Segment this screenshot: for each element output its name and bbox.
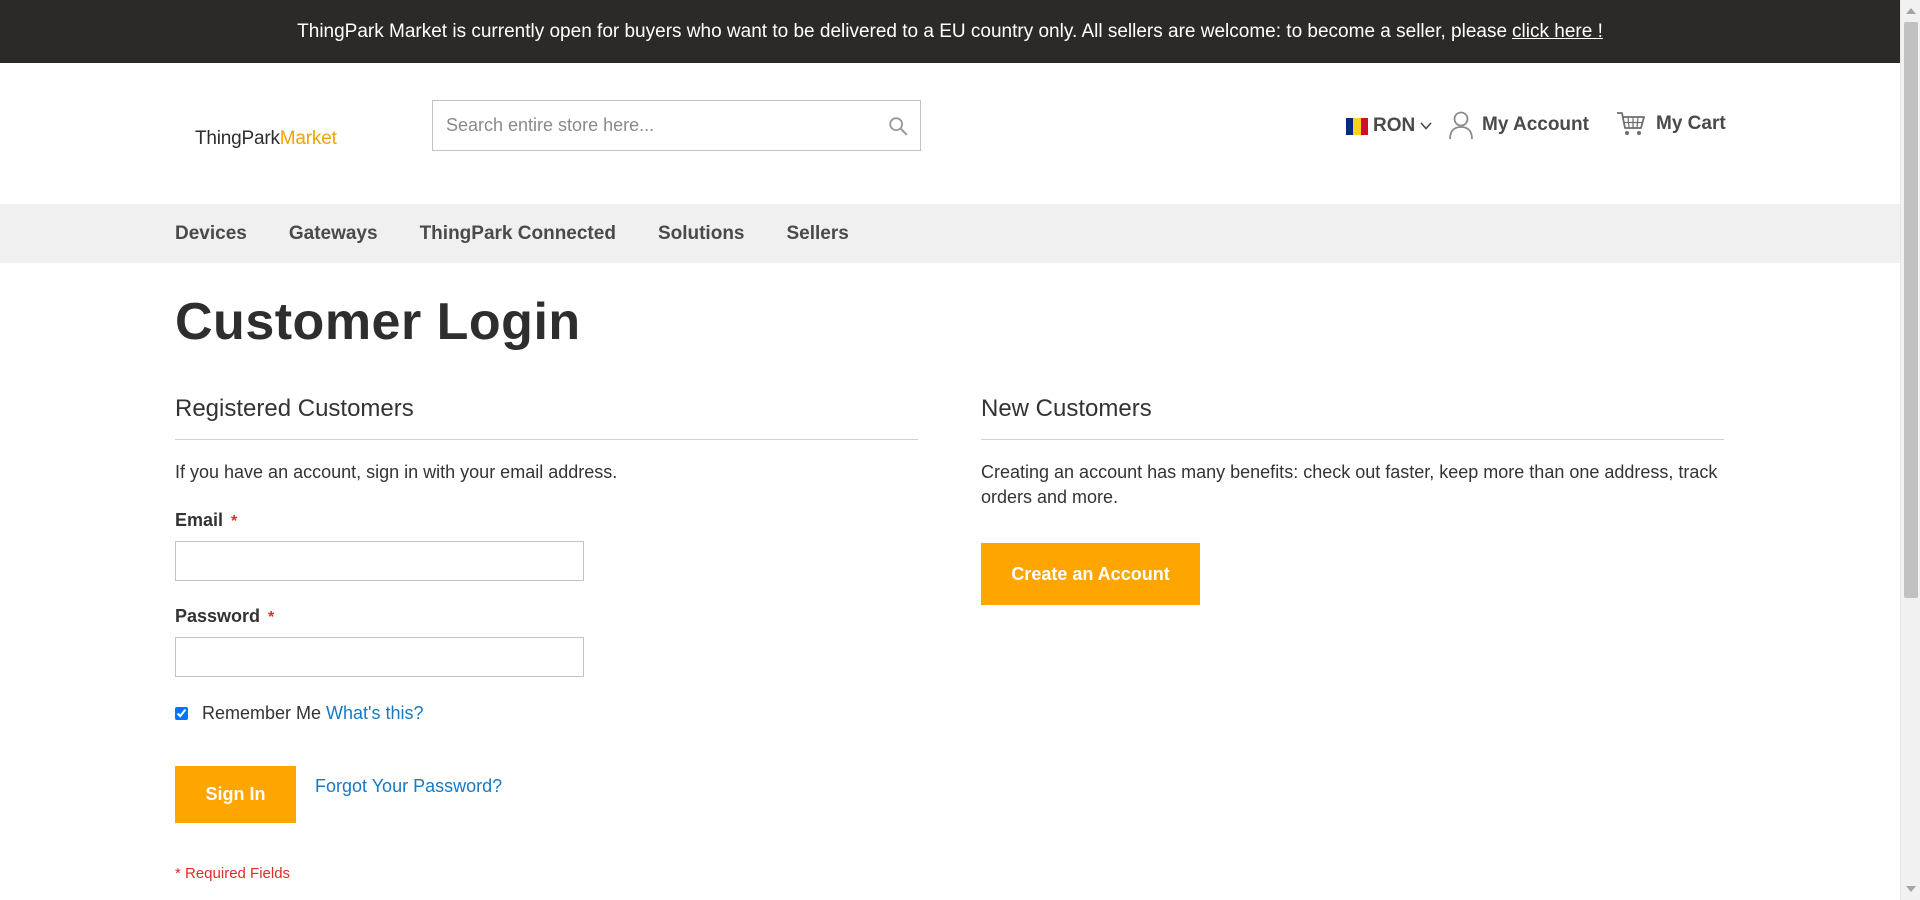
become-seller-link[interactable]: click here ! bbox=[1512, 21, 1603, 43]
registered-customers-block: Registered Customers If you have an acco… bbox=[175, 395, 918, 882]
new-customers-block: New Customers Creating an account has ma… bbox=[981, 395, 1724, 605]
notice-bar: ThingPark Market is currently open for b… bbox=[0, 0, 1900, 63]
password-field[interactable] bbox=[175, 637, 584, 677]
password-required-mark: * bbox=[268, 609, 275, 626]
chevron-down-icon bbox=[1420, 122, 1432, 130]
logo-text-thingpark: ThingPark bbox=[195, 128, 280, 149]
remember-me-label[interactable]: Remember Me bbox=[202, 703, 321, 724]
cart-icon bbox=[1617, 112, 1645, 135]
create-account-button[interactable]: Create an Account bbox=[981, 543, 1200, 605]
email-label: Email bbox=[175, 510, 224, 530]
forgot-password-link[interactable]: Forgot Your Password? bbox=[315, 776, 502, 797]
page-scrollbar[interactable] bbox=[1900, 0, 1920, 900]
search-input[interactable] bbox=[433, 101, 853, 150]
email-required-mark: * bbox=[231, 513, 238, 530]
login-actions: Sign In Forgot Your Password? bbox=[175, 766, 918, 823]
currency-code: RON bbox=[1373, 115, 1416, 136]
required-fields-note: * Required Fields bbox=[175, 865, 291, 882]
search-icon[interactable] bbox=[887, 115, 909, 137]
sign-in-button[interactable]: Sign In bbox=[175, 766, 296, 823]
site-header: ThingParkMarket RON My Account bbox=[0, 63, 1900, 204]
my-account-label: My Account bbox=[1482, 114, 1589, 135]
nav-item-solutions[interactable]: Solutions bbox=[658, 223, 745, 245]
my-cart-link[interactable]: My Cart bbox=[1616, 107, 1726, 141]
nav-item-sellers[interactable]: Sellers bbox=[787, 223, 849, 245]
new-customers-title: New Customers bbox=[981, 395, 1724, 440]
scroll-thumb[interactable] bbox=[1904, 22, 1918, 598]
my-cart-label: My Cart bbox=[1656, 113, 1726, 134]
whats-this-link[interactable]: What's this? bbox=[326, 703, 423, 724]
logo-text-market: Market bbox=[279, 128, 337, 149]
my-account-link[interactable]: My Account bbox=[1448, 108, 1589, 142]
scroll-up-arrow[interactable] bbox=[1906, 8, 1916, 14]
password-label: Password bbox=[175, 606, 261, 626]
password-field-group: Password * bbox=[175, 606, 918, 677]
main-navigation: Devices Gateways ThingPark Connected Sol… bbox=[0, 204, 1900, 263]
flag-stripe-yellow bbox=[1353, 117, 1361, 135]
user-icon bbox=[1449, 111, 1473, 140]
currency-switcher[interactable]: RON bbox=[1346, 113, 1433, 139]
nav-item-thingpark-connected[interactable]: ThingPark Connected bbox=[420, 223, 616, 245]
nav-item-devices[interactable]: Devices bbox=[175, 223, 247, 245]
email-field[interactable] bbox=[175, 541, 584, 581]
new-customers-text: Creating an account has many benefits: c… bbox=[981, 462, 1718, 507]
email-field-group: Email * bbox=[175, 510, 918, 581]
site-logo[interactable]: ThingParkMarket bbox=[195, 128, 337, 150]
page-title: Customer Login bbox=[175, 293, 581, 351]
flag-stripe-red bbox=[1360, 117, 1368, 135]
nav-item-gateways[interactable]: Gateways bbox=[289, 223, 378, 245]
search-box bbox=[432, 100, 921, 151]
flag-stripe-blue bbox=[1346, 117, 1354, 135]
registered-customers-title: Registered Customers bbox=[175, 395, 918, 440]
scroll-down-arrow[interactable] bbox=[1906, 886, 1916, 892]
registered-customers-intro: If you have an account, sign in with you… bbox=[175, 462, 618, 482]
romania-flag-icon bbox=[1346, 117, 1368, 135]
notice-text: ThingPark Market is currently open for b… bbox=[297, 20, 1508, 42]
remember-me-row: Remember Me What's this? bbox=[175, 703, 918, 724]
remember-me-checkbox[interactable] bbox=[175, 707, 188, 720]
